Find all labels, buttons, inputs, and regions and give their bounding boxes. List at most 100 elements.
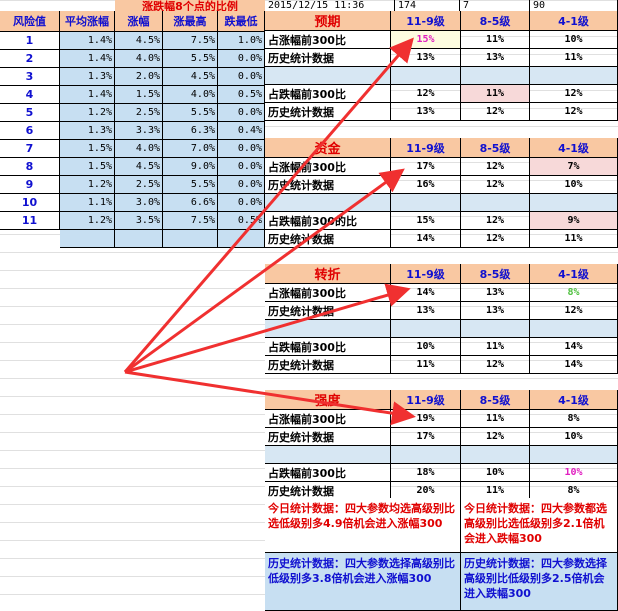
risk-table-cell[interactable]: 5.5% (163, 176, 218, 194)
risk-table-cell[interactable]: 1.3% (60, 68, 115, 86)
datetime-cell[interactable]: 2015/12/15 11:36 (265, 0, 395, 11)
risk-table-cell[interactable]: 2.5% (115, 176, 163, 194)
stat-value-cell[interactable]: 19% (391, 410, 461, 428)
risk-level-cell[interactable]: 3 (0, 68, 60, 86)
stat-value-cell[interactable] (391, 67, 461, 85)
stat-value-cell[interactable]: 16% (391, 176, 461, 194)
risk-table-blank-cell[interactable] (60, 230, 115, 248)
risk-level-cell[interactable]: 9 (0, 176, 60, 194)
stat-value-cell[interactable] (530, 194, 618, 212)
stat-value-cell[interactable]: 12% (461, 103, 530, 121)
risk-level-cell[interactable]: 4 (0, 86, 60, 104)
stat-value-cell[interactable]: 10% (391, 338, 461, 356)
stat-value-cell[interactable]: 15% (391, 212, 461, 230)
risk-table-cell[interactable]: 0.0% (218, 50, 265, 68)
risk-table-cell[interactable]: 4.5% (115, 158, 163, 176)
risk-table-cell[interactable]: 5.5% (163, 50, 218, 68)
stat-value-cell[interactable]: 12% (530, 85, 618, 103)
risk-table-cell[interactable]: 1.3% (60, 122, 115, 140)
stat-value-cell[interactable]: 14% (391, 284, 461, 302)
stat-value-cell[interactable]: 11% (461, 410, 530, 428)
stat-value-cell[interactable]: 10% (530, 428, 618, 446)
risk-table-cell[interactable]: 1.2% (60, 212, 115, 230)
stat-value-cell[interactable]: 8% (530, 284, 618, 302)
stat-value-cell[interactable] (391, 446, 461, 464)
stat-value-cell[interactable] (461, 446, 530, 464)
risk-level-cell[interactable]: 10 (0, 194, 60, 212)
risk-table-blank-cell[interactable] (218, 230, 265, 248)
risk-table-blank-cell[interactable] (115, 230, 163, 248)
stat-value-cell[interactable]: 12% (461, 158, 530, 176)
stat-value-cell[interactable]: 15% (391, 31, 461, 49)
stat-value-cell[interactable]: 12% (461, 212, 530, 230)
stat-value-cell[interactable]: 11% (391, 356, 461, 374)
risk-level-cell[interactable]: 6 (0, 122, 60, 140)
risk-table-cell[interactable]: 3.5% (115, 212, 163, 230)
risk-table-cell[interactable]: 1.4% (60, 32, 115, 50)
risk-table-cell[interactable]: 5.5% (163, 104, 218, 122)
stat-value-cell[interactable]: 14% (530, 356, 618, 374)
stat-value-cell[interactable]: 7% (530, 158, 618, 176)
risk-table-cell[interactable]: 6.3% (163, 122, 218, 140)
stat-value-cell[interactable]: 10% (530, 31, 618, 49)
risk-table-cell[interactable]: 0.5% (218, 212, 265, 230)
risk-table-cell[interactable]: 1.2% (60, 176, 115, 194)
stat-value-cell[interactable]: 10% (530, 464, 618, 482)
risk-table-cell[interactable]: 2.5% (115, 104, 163, 122)
risk-level-cell[interactable]: 5 (0, 104, 60, 122)
stat-value-cell[interactable]: 14% (530, 338, 618, 356)
risk-table-cell[interactable]: 1.0% (218, 32, 265, 50)
stat-value-cell[interactable]: 13% (461, 49, 530, 67)
risk-table-cell[interactable]: 1.2% (60, 104, 115, 122)
risk-table-cell[interactable]: 0.0% (218, 176, 265, 194)
stat-value-cell[interactable]: 9% (530, 212, 618, 230)
risk-level-cell[interactable]: 7 (0, 140, 60, 158)
risk-table-cell[interactable]: 6.6% (163, 194, 218, 212)
stat-value-cell[interactable] (530, 446, 618, 464)
risk-table-cell[interactable]: 7.5% (163, 212, 218, 230)
stat-value-cell[interactable] (461, 320, 530, 338)
risk-level-cell[interactable]: 1 (0, 32, 60, 50)
stat-value-cell[interactable] (530, 67, 618, 85)
risk-table-cell[interactable]: 1.5% (60, 140, 115, 158)
risk-table-cell[interactable]: 9.0% (163, 158, 218, 176)
stat-value-cell[interactable] (530, 320, 618, 338)
stat-value-cell[interactable] (391, 320, 461, 338)
stat-value-cell[interactable]: 13% (391, 302, 461, 320)
stat-value-cell[interactable]: 11% (461, 85, 530, 103)
risk-table-cell[interactable]: 1.5% (115, 86, 163, 104)
count-cell-3[interactable]: 90 (530, 0, 618, 11)
stat-value-cell[interactable]: 17% (391, 158, 461, 176)
stat-value-cell[interactable]: 10% (530, 176, 618, 194)
stat-value-cell[interactable]: 12% (461, 230, 530, 248)
stat-value-cell[interactable]: 14% (391, 230, 461, 248)
stat-value-cell[interactable]: 12% (530, 103, 618, 121)
risk-table-cell[interactable]: 0.0% (218, 68, 265, 86)
stat-value-cell[interactable]: 18% (391, 464, 461, 482)
stat-value-cell[interactable]: 8% (530, 410, 618, 428)
stat-value-cell[interactable]: 12% (530, 302, 618, 320)
risk-table-cell[interactable]: 4.5% (163, 68, 218, 86)
stat-value-cell[interactable]: 13% (461, 302, 530, 320)
risk-table-cell[interactable]: 0.5% (218, 86, 265, 104)
risk-table-cell[interactable]: 1.4% (60, 86, 115, 104)
stat-value-cell[interactable]: 11% (461, 338, 530, 356)
risk-table-cell[interactable]: 4.0% (115, 140, 163, 158)
risk-table-cell[interactable]: 1.4% (60, 50, 115, 68)
stat-value-cell[interactable]: 12% (461, 176, 530, 194)
risk-table-cell[interactable]: 0.0% (218, 140, 265, 158)
stat-value-cell[interactable]: 12% (461, 428, 530, 446)
risk-table-cell[interactable]: 7.0% (163, 140, 218, 158)
stat-value-cell[interactable]: 13% (391, 49, 461, 67)
risk-table-cell[interactable]: 4.0% (115, 50, 163, 68)
stat-value-cell[interactable] (461, 67, 530, 85)
risk-table-cell[interactable]: 3.0% (115, 194, 163, 212)
risk-table-blank-cell[interactable] (163, 230, 218, 248)
stat-value-cell[interactable]: 17% (391, 428, 461, 446)
risk-table-cell[interactable]: 7.5% (163, 32, 218, 50)
stat-value-cell[interactable]: 11% (461, 31, 530, 49)
risk-table-cell[interactable]: 0.0% (218, 158, 265, 176)
risk-table-cell[interactable]: 4.0% (163, 86, 218, 104)
stat-value-cell[interactable]: 11% (530, 230, 618, 248)
stat-value-cell[interactable]: 10% (461, 464, 530, 482)
